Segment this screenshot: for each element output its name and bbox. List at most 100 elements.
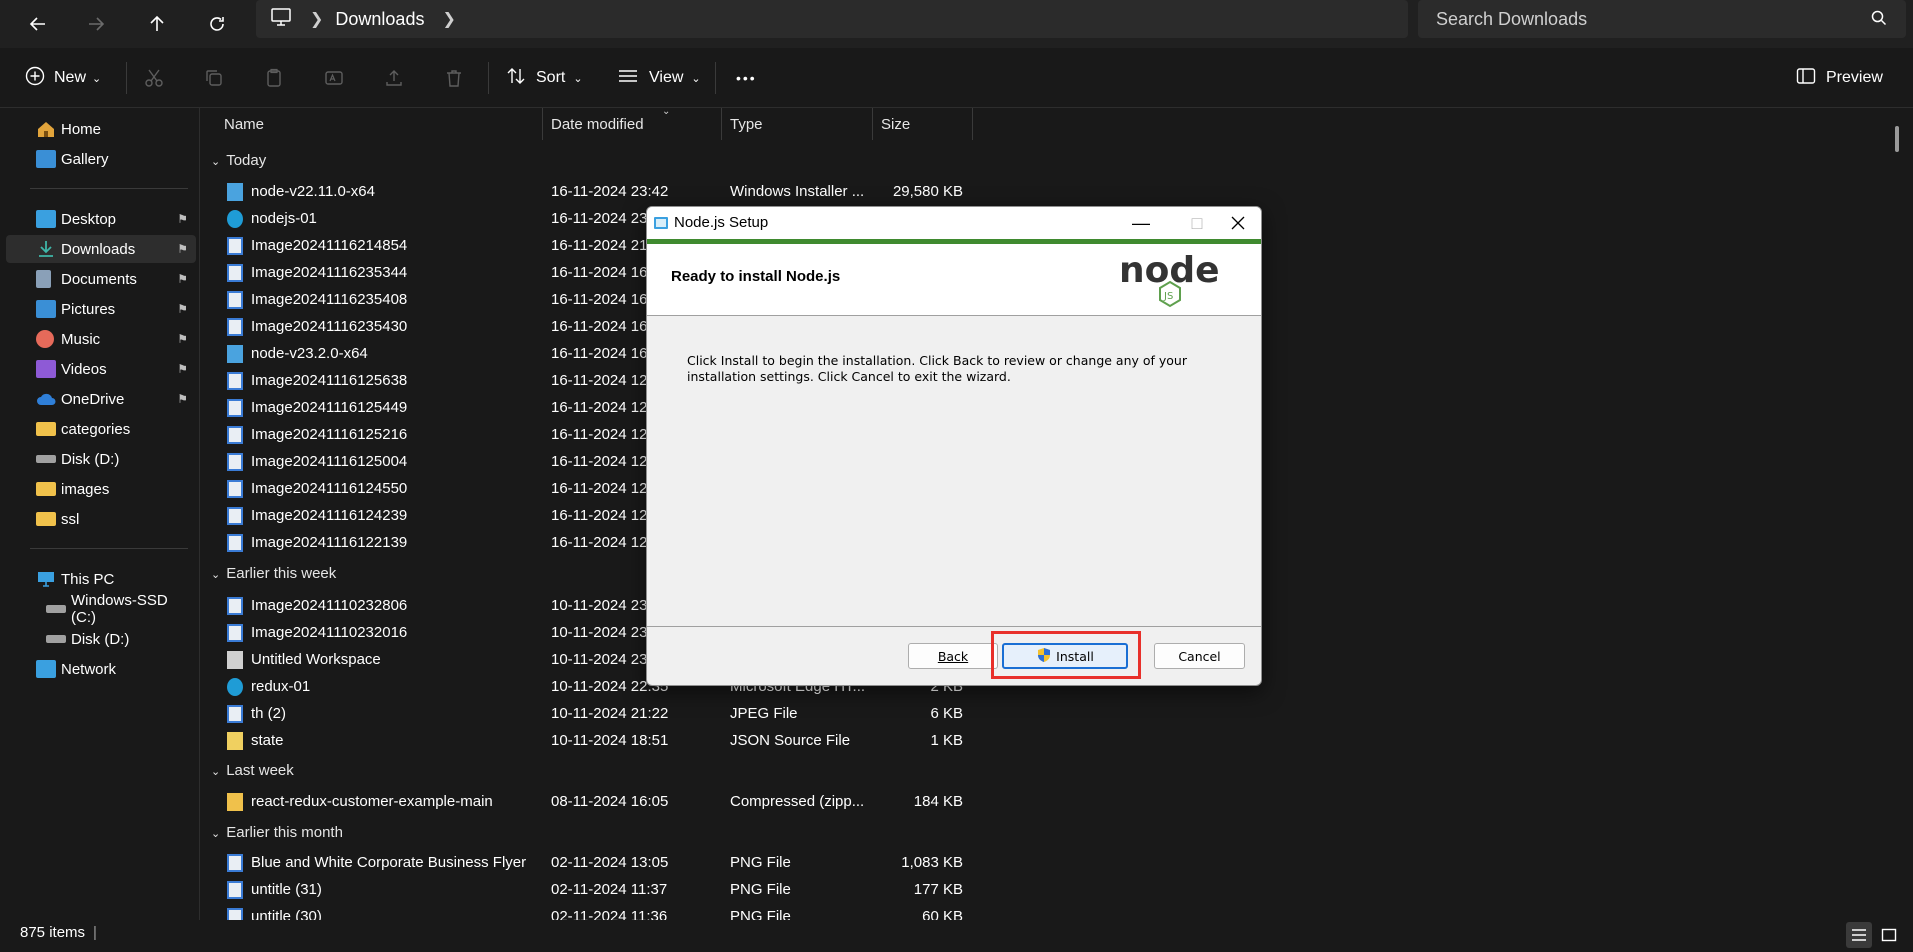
file-size: 6 KB	[930, 705, 963, 722]
close-icon[interactable]	[1214, 207, 1261, 239]
sidebar-item-windows-ssd[interactable]: Windows-SSD (C:)	[6, 592, 196, 626]
dialog-header: Ready to install Node.js node JS	[647, 244, 1261, 316]
breadcrumb-downloads[interactable]: Downloads	[335, 9, 424, 30]
file-size: 1 KB	[930, 732, 963, 749]
sidebar-item-ssl[interactable]: ssl	[6, 505, 196, 533]
preview-button[interactable]: Preview	[1796, 62, 1883, 94]
sidebar-item-videos[interactable]: Videos ⚑	[6, 355, 196, 383]
share-icon[interactable]	[384, 62, 404, 94]
group-label: Earlier this week	[226, 565, 337, 582]
image-file-icon	[227, 372, 243, 390]
sidebar-item-images[interactable]: images	[6, 475, 196, 503]
chevron-down-icon: ⌄	[211, 766, 221, 778]
vertical-scrollbar[interactable]	[1895, 126, 1899, 152]
sidebar-divider	[30, 188, 188, 189]
file-name: Image20241116235408	[251, 291, 408, 308]
chevron-down-icon: ⌄	[573, 72, 583, 85]
command-bar: New ⌄ Sort ⌄ View ⌄ ••• Preview	[0, 48, 1913, 108]
column-header-size[interactable]: Size	[881, 108, 910, 140]
file-name: redux-01	[251, 678, 311, 695]
sidebar-item-label: categories	[61, 420, 131, 438]
sidebar-item-onedrive[interactable]: OneDrive ⚑	[6, 385, 196, 413]
more-options-icon[interactable]: •••	[736, 62, 757, 94]
address-bar[interactable]: ❯ Downloads ❯	[256, 0, 1408, 38]
chevron-right-icon[interactable]: ❯	[310, 9, 323, 29]
chevron-right-icon[interactable]: ❯	[442, 9, 455, 29]
view-list-icon	[617, 66, 639, 91]
refresh-icon[interactable]	[199, 6, 235, 42]
copy-icon[interactable]	[204, 62, 224, 94]
image-file-icon	[227, 291, 243, 309]
file-name: node-v23.2.0-x64	[251, 345, 368, 362]
pin-icon[interactable]: ⚑	[177, 392, 188, 406]
file-name: Blue and White Corporate Business Flyer	[251, 854, 527, 871]
file-date: 10-11-2024 18:51	[551, 732, 669, 749]
file-type: JPEG File	[730, 705, 798, 722]
sidebar-item-label: Disk (D:)	[71, 630, 130, 648]
cut-icon[interactable]	[144, 62, 164, 94]
sidebar-item-gallery[interactable]: Gallery	[6, 145, 196, 173]
delete-icon[interactable]	[444, 62, 464, 94]
column-header-date[interactable]: Date modified	[551, 108, 644, 140]
sidebar-item-music[interactable]: Music ⚑	[6, 325, 196, 353]
sidebar-item-label: Music	[61, 330, 101, 348]
toolbar-divider	[126, 62, 127, 94]
pin-icon[interactable]: ⚑	[177, 242, 188, 256]
rename-icon[interactable]	[324, 62, 344, 94]
pin-icon[interactable]: ⚑	[177, 272, 188, 286]
column-header-type[interactable]: Type	[730, 108, 763, 140]
column-header-name[interactable]: Name	[224, 108, 264, 140]
file-row[interactable]: th (2) 10-11-2024 21:22 JPEG File 6 KB	[201, 701, 1001, 728]
file-row[interactable]: untitle (31) 02-11-2024 11:37 PNG File 177 …	[201, 877, 1001, 904]
sidebar-item-network[interactable]: Network	[6, 655, 196, 683]
sidebar-item-desktop[interactable]: Desktop ⚑	[6, 205, 196, 233]
column-divider	[721, 108, 722, 140]
search-input[interactable]: Search Downloads	[1418, 0, 1906, 38]
sort-button[interactable]: Sort ⌄	[506, 62, 583, 94]
file-date: 16-11-2024 12	[551, 534, 648, 551]
sidebar-item-disk-d[interactable]: Disk (D:)	[6, 445, 196, 473]
group-header-last-week[interactable]: ⌄ Last week	[211, 762, 294, 779]
pin-icon[interactable]: ⚑	[177, 302, 188, 316]
file-date: 10-11-2024 23	[551, 597, 648, 614]
pin-icon[interactable]: ⚑	[177, 362, 188, 376]
back-icon[interactable]	[20, 6, 56, 42]
details-view-icon[interactable]	[1846, 922, 1872, 948]
back-button[interactable]: Back	[908, 643, 998, 669]
sidebar-item-this-pc[interactable]: This PC	[6, 565, 196, 593]
tiles-view-icon[interactable]	[1876, 922, 1902, 948]
sidebar-item-downloads[interactable]: Downloads ⚑	[6, 235, 196, 263]
paste-icon[interactable]	[264, 62, 284, 94]
image-file-icon	[227, 237, 243, 255]
pin-icon[interactable]: ⚑	[177, 212, 188, 226]
sidebar-item-categories[interactable]: categories	[6, 415, 196, 443]
group-header-earlier-this-month[interactable]: ⌄ Earlier this month	[211, 824, 343, 841]
sidebar-item-documents[interactable]: Documents ⚑	[6, 265, 196, 293]
file-name: react-redux-customer-example-main	[251, 793, 493, 810]
image-file-icon	[227, 453, 243, 471]
file-row[interactable]: react-redux-customer-example-main 08-11-2…	[201, 789, 1001, 816]
pin-icon[interactable]: ⚑	[177, 332, 188, 346]
edge-file-icon	[227, 678, 243, 696]
sidebar-item-pictures[interactable]: Pictures ⚑	[6, 295, 196, 323]
file-name: Image20241116125638	[251, 372, 408, 389]
file-date: 16-11-2024 12	[551, 372, 648, 389]
group-header-today[interactable]: ⌄ Today	[211, 152, 266, 169]
file-row[interactable]: node-v22.11.0-x64 16-11-2024 23:42 Windows…	[201, 179, 1001, 206]
column-divider	[542, 108, 543, 140]
cancel-button[interactable]: Cancel	[1154, 643, 1245, 669]
file-type: JSON Source File	[730, 732, 851, 749]
folder-icon	[36, 422, 56, 436]
file-row[interactable]: state 10-11-2024 18:51 JSON Source File 1 K…	[201, 728, 1001, 755]
new-button[interactable]: New ⌄	[24, 62, 101, 94]
status-divider: |	[93, 924, 97, 941]
file-row[interactable]: Blue and White Corporate Business Flyer 0…	[201, 850, 1001, 877]
view-button[interactable]: View ⌄	[617, 62, 701, 94]
file-date: 02-11-2024 13:05	[551, 854, 669, 871]
minimize-icon[interactable]: —	[1117, 207, 1165, 239]
group-header-earlier-this-week[interactable]: ⌄ Earlier this week	[211, 565, 336, 582]
up-icon[interactable]	[139, 6, 175, 42]
sidebar-item-disk-d-2[interactable]: Disk (D:)	[6, 625, 196, 653]
sidebar-item-home[interactable]: Home	[6, 115, 196, 143]
forward-icon[interactable]	[78, 6, 114, 42]
